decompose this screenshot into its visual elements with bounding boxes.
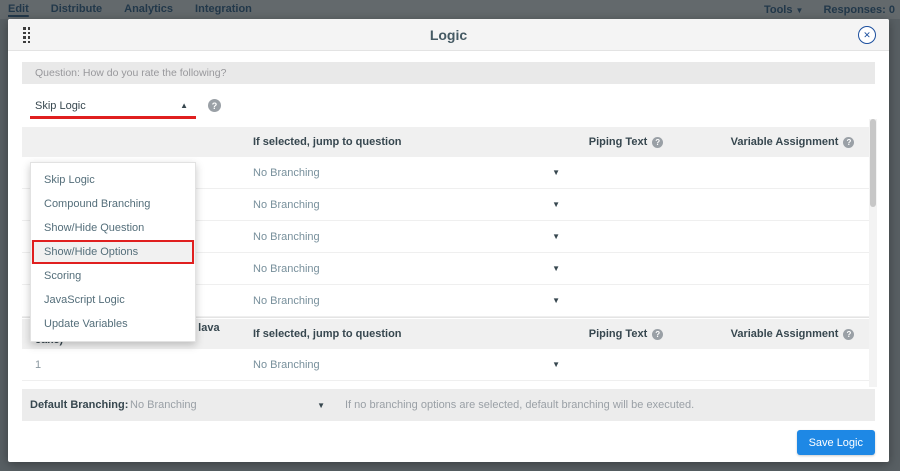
default-branching-label: Default Branching: (30, 399, 130, 411)
default-branching-select[interactable]: No Branching ▼ (130, 399, 330, 411)
piping-column-header: Piping Text? (568, 136, 684, 148)
nav-item-distribute[interactable]: Distribute (51, 3, 102, 17)
caret-down-icon: ▼ (552, 264, 560, 273)
jump-column-header: If selected, jump to question (250, 328, 568, 340)
tools-dropdown[interactable]: Tools ▼ (764, 4, 804, 16)
table-row: 1 No Branching▼ (22, 349, 875, 381)
variable-column-header: Variable Assignment? (684, 136, 875, 148)
nav-item-analytics[interactable]: Analytics (124, 3, 173, 17)
menu-item-javascript-logic[interactable]: JavaScript Logic (31, 288, 195, 312)
option-label: 1 (22, 359, 250, 371)
help-icon[interactable]: ? (652, 137, 663, 148)
menu-item-compound-branching[interactable]: Compound Branching (31, 192, 195, 216)
caret-up-icon: ▲ (180, 101, 188, 110)
branching-select[interactable]: No Branching▼ (250, 167, 568, 179)
menu-item-show-hide-question[interactable]: Show/Hide Question (31, 216, 195, 240)
logic-type-menu: Skip Logic Compound Branching Show/Hide … (30, 162, 196, 342)
logic-modal: Logic ✕ Question: How do you rate the fo… (8, 19, 889, 462)
modal-title: Logic (8, 27, 889, 43)
menu-item-update-variables[interactable]: Update Variables (31, 312, 195, 336)
help-icon[interactable]: ? (843, 329, 854, 340)
menu-item-scoring[interactable]: Scoring (31, 264, 195, 288)
scrollbar-track[interactable] (869, 119, 877, 387)
piping-column-header: Piping Text? (568, 328, 684, 340)
question-text: Question: How do you rate the following? (35, 67, 226, 79)
top-menu-bar: Edit Distribute Analytics Integration To… (0, 0, 900, 19)
close-icon[interactable]: ✕ (858, 26, 876, 44)
variable-column-header: Variable Assignment? (684, 328, 875, 340)
save-logic-button[interactable]: Save Logic (797, 430, 875, 455)
drag-handle-icon[interactable] (23, 27, 31, 44)
question-label-bar: Question: How do you rate the following? (22, 62, 875, 84)
caret-down-icon: ▼ (552, 200, 560, 209)
nav-item-integration[interactable]: Integration (195, 3, 252, 17)
help-icon[interactable]: ? (208, 99, 221, 112)
menu-item-show-hide-options[interactable]: Show/Hide Options (31, 240, 195, 264)
annotation-underline (30, 116, 196, 119)
jump-column-header: If selected, jump to question (250, 136, 568, 148)
branching-select[interactable]: No Branching▼ (250, 359, 568, 371)
default-branching-note: If no branching options are selected, de… (345, 399, 694, 411)
modal-header: Logic ✕ (8, 19, 889, 51)
builder-nav: Edit Distribute Analytics Integration (8, 3, 252, 17)
responses-count: Responses: 0 (823, 4, 895, 16)
branching-select[interactable]: No Branching▼ (250, 263, 568, 275)
branching-select[interactable]: No Branching▼ (250, 199, 568, 211)
help-icon[interactable]: ? (652, 329, 663, 340)
logic-type-select[interactable]: Skip Logic ▲ (30, 94, 196, 117)
caret-down-icon: ▼ (552, 232, 560, 241)
caret-down-icon: ▼ (552, 296, 560, 305)
default-branching-bar: Default Branching: No Branching ▼ If no … (22, 389, 875, 421)
branching-select[interactable]: No Branching▼ (250, 231, 568, 243)
caret-down-icon: ▼ (552, 360, 560, 369)
chevron-down-icon: ▼ (796, 6, 804, 15)
caret-down-icon: ▼ (317, 401, 325, 410)
branching-select[interactable]: No Branching▼ (250, 295, 568, 307)
table-header: If selected, jump to question Piping Tex… (22, 127, 875, 157)
nav-item-edit[interactable]: Edit (8, 3, 29, 17)
help-icon[interactable]: ? (843, 137, 854, 148)
logic-type-value: Skip Logic (35, 100, 86, 112)
menu-item-skip-logic[interactable]: Skip Logic (31, 168, 195, 192)
caret-down-icon: ▼ (552, 168, 560, 177)
scrollbar-thumb[interactable] (870, 119, 876, 207)
